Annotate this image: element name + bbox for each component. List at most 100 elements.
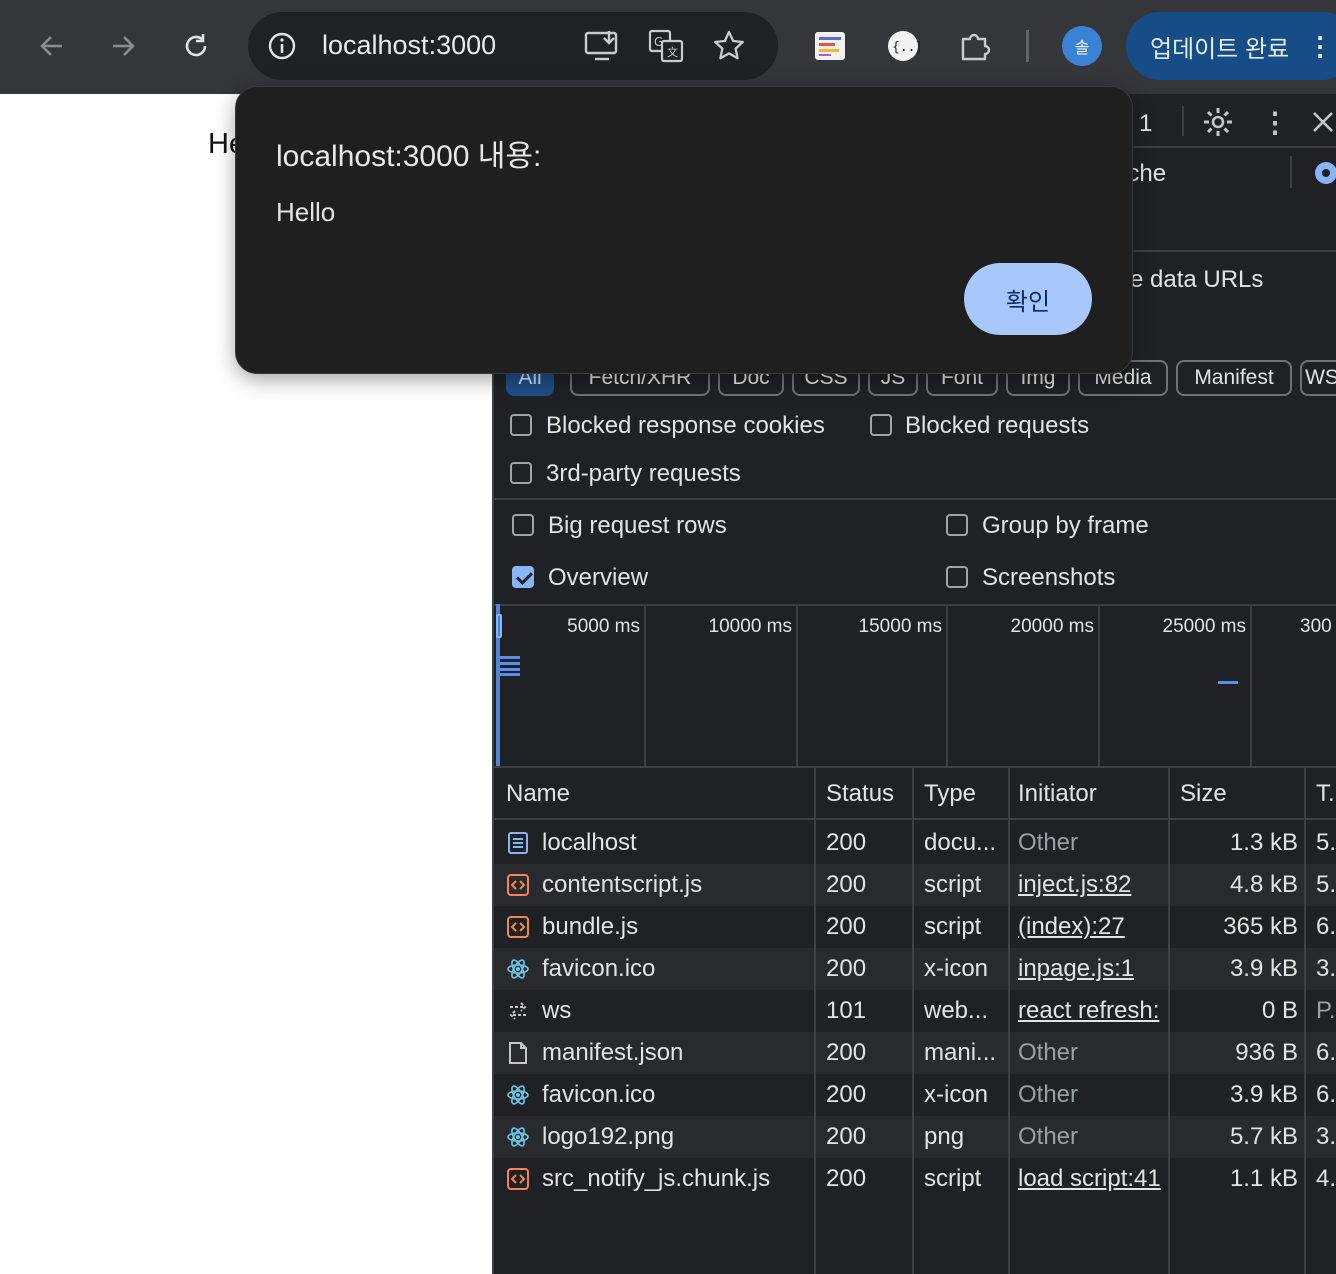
websocket-icon: [506, 999, 530, 1023]
request-status: 200: [826, 871, 867, 898]
site-info-icon[interactable]: [266, 30, 298, 62]
request-name[interactable]: localhost: [542, 829, 810, 857]
json-viewer-icon[interactable]: {..}: [884, 28, 922, 64]
request-type: x-icon: [924, 1081, 989, 1108]
request-initiator[interactable]: react refresh:: [1018, 997, 1168, 1025]
react-icon: [506, 1083, 530, 1107]
extension-list-icon[interactable]: [812, 30, 848, 62]
request-name[interactable]: bundle.js: [542, 913, 810, 941]
request-initiator[interactable]: (index):27: [1018, 913, 1168, 941]
translate-icon[interactable]: G文: [646, 28, 686, 64]
request-bar: [500, 673, 520, 676]
tick-label: 10000 ms: [708, 616, 792, 637]
bookmark-star-icon[interactable]: [710, 28, 748, 64]
request-bar: [500, 662, 520, 665]
request-bar: [500, 656, 520, 659]
dialog-message: Hello: [276, 197, 336, 227]
request-status: 200: [826, 955, 867, 982]
table-row[interactable]: ws 101 web... react refresh: 0 B P.: [494, 990, 1336, 1032]
forward-button[interactable]: [101, 24, 145, 68]
ok-button[interactable]: 확인: [964, 263, 1092, 335]
column-initiator[interactable]: Initiator: [1018, 780, 1097, 808]
table-header: Name Status Type Initiator Size T.: [494, 766, 1336, 820]
timeline-gridline: [1250, 604, 1252, 766]
overview-checkbox[interactable]: [512, 566, 534, 588]
filter-ws[interactable]: WS: [1300, 360, 1336, 396]
address-bar[interactable]: localhost:3000 G文: [248, 12, 778, 80]
settings-gear-icon[interactable]: [1200, 104, 1236, 140]
request-status: 200: [826, 1165, 867, 1192]
column-size[interactable]: Size: [1180, 780, 1227, 808]
blocked-cookies-checkbox[interactable]: [510, 414, 532, 436]
request-initiator: Other: [1018, 829, 1079, 856]
url-text[interactable]: localhost:3000: [322, 30, 496, 61]
table-row[interactable]: favicon.ico 200 x-icon Other 3.9 kB 6.: [494, 1074, 1336, 1116]
group-by-frame-checkbox[interactable]: [946, 514, 968, 536]
back-button[interactable]: [30, 24, 74, 68]
column-type[interactable]: Type: [924, 780, 976, 808]
request-name[interactable]: favicon.ico: [542, 1081, 810, 1109]
request-initiator[interactable]: load script:41: [1018, 1165, 1168, 1193]
more-menu-icon[interactable]: ⋮: [1307, 31, 1333, 62]
request-time: 6.: [1316, 1081, 1336, 1108]
request-time: P.: [1316, 997, 1336, 1024]
blocked-requests-checkbox[interactable]: [870, 414, 892, 436]
update-button[interactable]: 업데이트 완료 ⋮: [1126, 12, 1336, 80]
request-size: 5.7 kB: [1229, 1123, 1298, 1150]
request-size: 3.9 kB: [1229, 1081, 1298, 1108]
extensions-puzzle-icon[interactable]: [956, 28, 994, 64]
request-type: script: [924, 871, 982, 898]
request-bar: [500, 668, 520, 671]
close-devtools-icon[interactable]: [1308, 106, 1336, 138]
svg-text:文: 文: [667, 45, 678, 59]
dialog-title: localhost:3000 내용:: [276, 140, 542, 173]
blocked-cookies-label: Blocked response cookies: [546, 412, 825, 439]
table-row[interactable]: logo192.png 200 png Other 5.7 kB 3.: [494, 1116, 1336, 1158]
toolbar-separator: [1182, 106, 1184, 136]
overview-timeline[interactable]: 5000 ms 10000 ms 15000 ms 20000 ms 25000…: [494, 604, 1336, 768]
table-row[interactable]: bundle.js 200 script (index):27 365 kB 6.: [494, 906, 1336, 948]
big-rows-checkbox[interactable]: [512, 514, 534, 536]
request-name[interactable]: manifest.json: [542, 1039, 810, 1067]
screenshots-checkbox[interactable]: [946, 566, 968, 588]
profile-avatar[interactable]: 솔: [1062, 26, 1102, 66]
hide-data-urls-label[interactable]: e data URLs: [1130, 266, 1263, 294]
third-party-label: 3rd-party requests: [546, 460, 741, 487]
filter-manifest[interactable]: Manifest: [1176, 360, 1292, 396]
request-size: 365 kB: [1223, 913, 1298, 940]
request-status: 200: [826, 1039, 867, 1066]
request-type: web...: [924, 997, 989, 1024]
column-divider: [912, 766, 914, 1274]
script-icon: [506, 1167, 530, 1191]
request-time: 4.: [1316, 1165, 1336, 1192]
install-app-icon[interactable]: [582, 28, 622, 64]
request-initiator[interactable]: inpage.js:1: [1018, 955, 1168, 983]
request-initiator[interactable]: inject.js:82: [1018, 871, 1168, 899]
alert-dialog: localhost:3000 내용: Hello 확인: [235, 86, 1133, 374]
request-name[interactable]: favicon.ico: [542, 955, 810, 983]
table-row[interactable]: manifest.json 200 mani... Other 936 B 6.: [494, 1032, 1336, 1074]
table-row[interactable]: localhost 200 docu... Other 1.3 kB 5.: [494, 822, 1336, 864]
overview-handle-grip[interactable]: [496, 614, 502, 638]
third-party-checkbox[interactable]: [510, 462, 532, 484]
column-time[interactable]: T.: [1316, 780, 1335, 808]
request-name[interactable]: contentscript.js: [542, 871, 810, 899]
request-initiator: Other: [1018, 1081, 1079, 1108]
manifest-icon: [506, 1041, 530, 1065]
svg-text:G: G: [654, 35, 663, 49]
big-rows-label: Big request rows: [548, 512, 727, 539]
request-time: 6.: [1316, 913, 1336, 940]
request-name[interactable]: src_notify_js.chunk.js: [542, 1165, 810, 1193]
request-name[interactable]: logo192.png: [542, 1123, 810, 1151]
table-row[interactable]: contentscript.js 200 script inject.js:82 4.8…: [494, 864, 1336, 906]
column-name[interactable]: Name: [506, 780, 570, 808]
request-size: 4.8 kB: [1229, 871, 1298, 898]
table-row[interactable]: src_notify_js.chunk.js 200 script load scri…: [494, 1158, 1336, 1200]
reload-button[interactable]: [174, 24, 218, 68]
network-settings-icon[interactable]: [1310, 156, 1336, 190]
table-row[interactable]: favicon.ico 200 x-icon inpage.js:1 3.9 kB 3.: [494, 948, 1336, 990]
column-status[interactable]: Status: [826, 780, 894, 808]
request-name[interactable]: ws: [542, 997, 810, 1025]
request-status: 200: [826, 913, 867, 940]
devtools-more-icon[interactable]: ⋮: [1260, 104, 1290, 140]
